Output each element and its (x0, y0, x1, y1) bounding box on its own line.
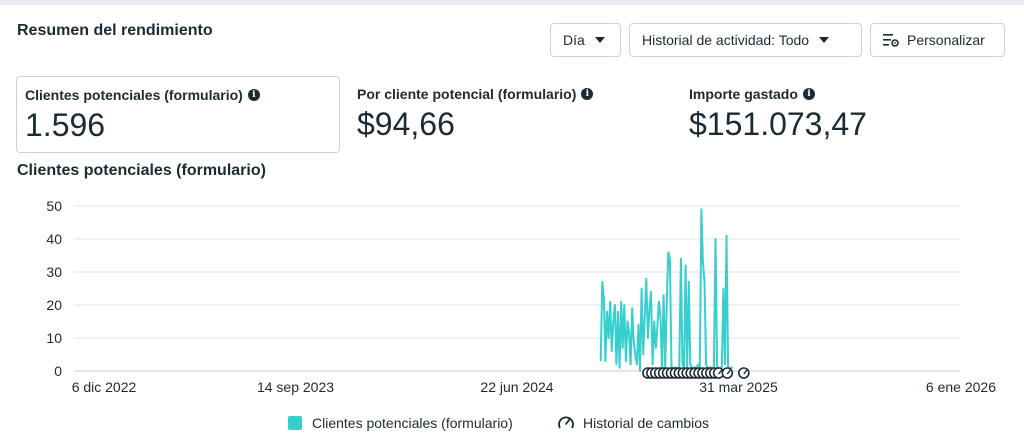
legend-label: Historial de cambios (583, 415, 710, 431)
metric-value: 1.596 (25, 107, 106, 143)
metric-value: $94,66 (357, 106, 455, 142)
series-line-leads (599, 208, 733, 372)
page-title: Resumen del rendimiento (17, 22, 213, 39)
metric-label: Clientes potenciales (formulario) (25, 87, 243, 103)
legend-label: Clientes potenciales (formulario) (312, 415, 513, 431)
metric-card-cost-per-lead[interactable]: Por cliente potencial (formulario) i $94… (349, 76, 669, 153)
day-dropdown-label: Día (563, 32, 585, 48)
y-tick-label: 20 (46, 297, 62, 313)
metric-label: Por cliente potencial (formulario) (357, 86, 577, 102)
customize-button-label: Personalizar (907, 32, 985, 48)
top-strip (0, 0, 1024, 5)
customize-columns-icon (883, 34, 899, 47)
x-tick-label: 6 dic 2022 (72, 379, 137, 395)
legend-item-change-history[interactable]: Historial de cambios (557, 412, 709, 434)
caret-down-icon (819, 37, 830, 43)
activity-history-label: Historial de actividad: Todo (642, 32, 810, 48)
caret-down-icon (594, 37, 605, 43)
legend-swatch (288, 416, 302, 430)
x-tick-label: 6 ene 2026 (926, 379, 996, 395)
y-tick-label: 40 (46, 231, 62, 247)
metric-card-amount-spent[interactable]: Importe gastado i $151.073,47 (681, 76, 1001, 153)
metric-value: $151.073,47 (689, 106, 867, 142)
activity-history-dropdown[interactable]: Historial de actividad: Todo (629, 23, 862, 57)
y-tick-label: 0 (54, 363, 62, 379)
metric-label: Importe gastado (689, 86, 798, 102)
legend-item-leads[interactable]: Clientes potenciales (formulario) (288, 412, 513, 434)
y-tick-label: 50 (46, 198, 62, 214)
info-icon[interactable]: i (247, 89, 260, 101)
leads-line-chart: 0 10 20 30 40 50 6 dic 2022 14 sep 2023 22 jun 2… (46, 198, 996, 395)
y-tick-label: 10 (46, 330, 62, 346)
chart-title: Clientes potenciales (formulario) (17, 162, 266, 179)
x-tick-label: 14 sep 2023 (257, 379, 334, 395)
gauge-icon (558, 416, 574, 429)
customize-button[interactable]: Personalizar (870, 23, 1005, 57)
info-icon[interactable]: i (802, 88, 815, 100)
day-dropdown[interactable]: Día (550, 23, 621, 57)
y-tick-label: 30 (46, 264, 62, 280)
x-tick-label: 22 jun 2024 (480, 379, 553, 395)
metric-card-leads[interactable]: Clientes potenciales (formulario) i 1.59… (16, 76, 340, 153)
x-tick-label: 31 mar 2025 (699, 379, 778, 395)
info-icon[interactable]: i (581, 88, 594, 100)
